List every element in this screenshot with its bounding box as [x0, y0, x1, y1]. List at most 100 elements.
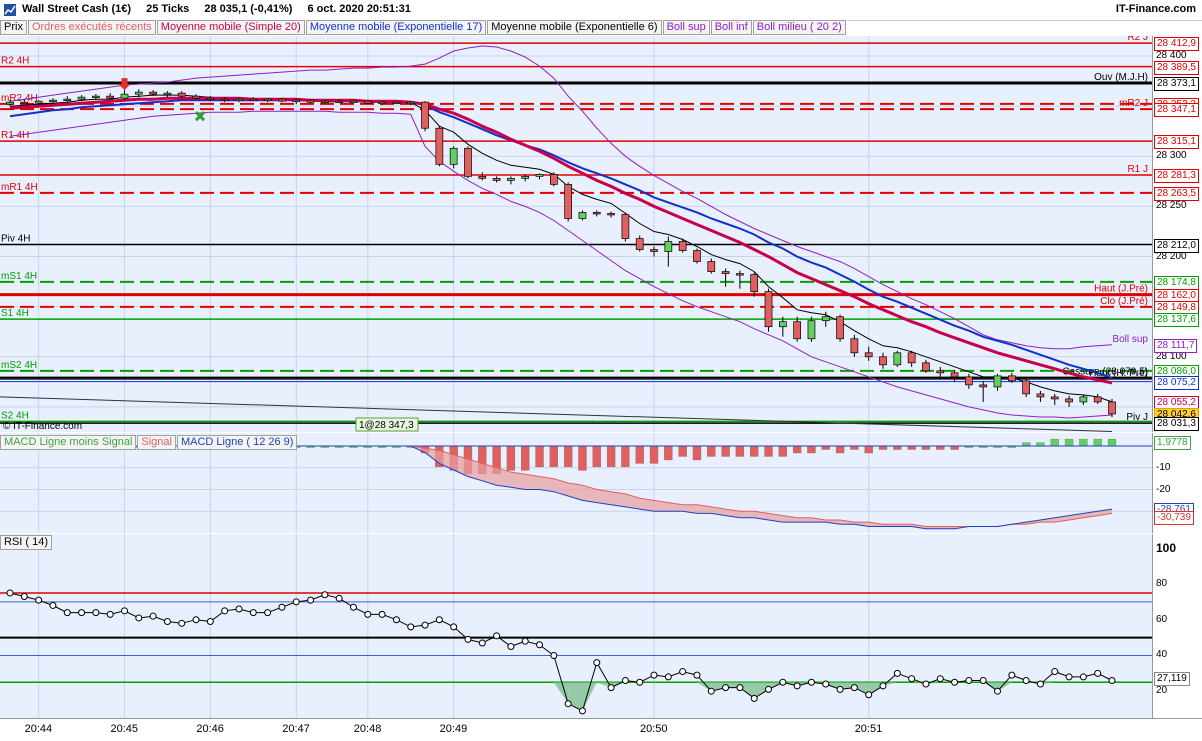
- level-label: Boll sup: [1112, 334, 1148, 345]
- rsi-point: [435, 616, 443, 624]
- candle-body: [378, 101, 386, 105]
- rsi-point: [149, 612, 157, 620]
- macd-hist-bar: [635, 445, 644, 464]
- level-label: R1 J: [1127, 164, 1148, 175]
- legend-item-0[interactable]: Prix: [0, 20, 27, 35]
- legend-item-6[interactable]: Boll inf: [710, 20, 752, 35]
- legend-item-7[interactable]: Boll milieu ( 20 2): [752, 20, 846, 35]
- candle-body: [764, 291, 773, 328]
- rsi-chart[interactable]: [0, 534, 1152, 718]
- ticks-label: 25 Ticks: [146, 3, 190, 15]
- macd-hist-bar: [678, 445, 687, 457]
- rsi-tick-label: 100: [1156, 541, 1177, 556]
- rsi-point: [836, 685, 844, 693]
- candle-body: [34, 100, 43, 104]
- candle-body: [549, 173, 558, 185]
- legend-item-3[interactable]: Moyenne mobile (Exponentielle 17): [305, 20, 487, 35]
- candle-body: [678, 241, 687, 251]
- rsi-point: [249, 609, 257, 617]
- rsi-point: [893, 669, 901, 677]
- rsi-point: [49, 601, 57, 609]
- candle-body: [750, 274, 759, 292]
- price-pane[interactable]: R2 J R2 4H Ouv (M.J.H) mR2 4H mR2 J R1 4H R1 J…: [0, 36, 1152, 432]
- time-tick-label: 20:51: [854, 723, 883, 735]
- macd-hist-bar: [649, 445, 659, 464]
- candle-body: [836, 316, 844, 340]
- legend-item-2[interactable]: Moyenne mobile (Simple 20): [156, 20, 305, 35]
- rsi-point: [35, 596, 43, 604]
- rsi-point: [478, 639, 486, 647]
- macd-legend-item-0[interactable]: MACD Ligne moins Signal: [0, 435, 137, 450]
- rsi-tick-label: 60: [1156, 613, 1168, 625]
- candle-body: [607, 213, 615, 216]
- price-tick-label: 28 300: [1156, 150, 1187, 162]
- macd-hist-bar: [893, 445, 902, 450]
- rsi-point: [63, 609, 71, 617]
- rsi-point: [163, 618, 171, 626]
- legend-item-4[interactable]: Moyenne mobile (Exponentielle 6): [487, 20, 662, 35]
- macd-hist-bar: [592, 445, 601, 468]
- rsi-point: [321, 591, 329, 599]
- price-change: 28 035,1 (-0,41%): [204, 3, 293, 15]
- rsi-point: [922, 680, 930, 688]
- level-price-box: 28 347,1: [1154, 103, 1199, 118]
- macd-hist-bar: [735, 445, 745, 457]
- rsi-legend: RSI ( 14): [0, 535, 53, 550]
- rsi-point: [1036, 680, 1044, 688]
- rsi-point: [264, 609, 272, 617]
- rsi-point: [908, 675, 916, 683]
- candle-body: [306, 99, 315, 103]
- price-chart[interactable]: R2 JR2 4HOuv (M.J.H)mR2 4H mR2 JR1 4HR1 J…: [0, 36, 1152, 432]
- macd-hist-bar: [835, 445, 845, 454]
- rsi-point: [206, 618, 214, 626]
- rsi-point: [936, 675, 944, 683]
- candle-body: [1093, 396, 1102, 403]
- candle-body: [1036, 393, 1045, 398]
- candle-body: [807, 320, 816, 340]
- boll-inf-line: [9, 110, 1113, 419]
- macd-legend-item-2[interactable]: MACD Ligne ( 12 26 9): [176, 435, 298, 450]
- candle-body: [778, 321, 787, 328]
- rsi-point: [965, 676, 973, 684]
- candle-body: [363, 100, 372, 104]
- legend-item-5[interactable]: Boll sup: [662, 20, 710, 35]
- candle-body: [120, 93, 129, 99]
- rsi-point: [1079, 673, 1087, 681]
- rsi-point: [1065, 673, 1073, 681]
- rsi-point: [349, 603, 357, 611]
- rsi-legend-label[interactable]: RSI ( 14): [0, 535, 53, 550]
- rsi-point: [994, 687, 1002, 695]
- rsi-point: [106, 610, 114, 618]
- level-label: R2 J: [1127, 36, 1148, 43]
- candle-body: [965, 376, 973, 386]
- macd-hist-bar: [707, 445, 716, 457]
- rsi-pane[interactable]: RSI ( 14): [0, 534, 1152, 718]
- candle-body: [664, 241, 673, 252]
- macd-hist-bar: [778, 445, 787, 457]
- rsi-point: [135, 614, 143, 622]
- rsi-point: [578, 707, 586, 715]
- candle-body: [77, 96, 86, 100]
- rsi-point: [879, 682, 887, 690]
- macd-legend-item-1[interactable]: Signal: [137, 435, 176, 450]
- watermark: © IT-Finance.com: [3, 421, 82, 432]
- macd-hist-bar: [1064, 438, 1074, 447]
- level-price-box: 28 111,7: [1154, 339, 1198, 354]
- rsi-point: [521, 637, 529, 645]
- macd-hist-bar: [764, 445, 773, 457]
- macd-hist-bar: [921, 445, 931, 450]
- candle-body: [793, 321, 801, 340]
- macd-hist-bar: [606, 445, 616, 468]
- time-axis: 20:44 20:45 20:46 20:47 20:48 20:49 20:50 20:51: [0, 718, 1202, 741]
- time-tick-label: 20:44: [24, 723, 53, 735]
- legend-item-1[interactable]: Ordres exécutés récents: [27, 20, 156, 35]
- candle-body: [206, 97, 215, 101]
- candle-body: [850, 338, 859, 354]
- macd-hist-bar: [1036, 442, 1045, 447]
- macd-hist-bar: [750, 445, 759, 457]
- time-tick-label: 20:47: [282, 723, 310, 735]
- macd-pane[interactable]: MACD Ligne moins Signal Signal MACD Ligne …: [0, 433, 1152, 533]
- title-text: Wall Street Cash (1€) 25 Ticks 28 035,1 …: [22, 3, 423, 15]
- level-price-box: 28 412,9: [1154, 37, 1199, 52]
- candle-body: [507, 178, 515, 181]
